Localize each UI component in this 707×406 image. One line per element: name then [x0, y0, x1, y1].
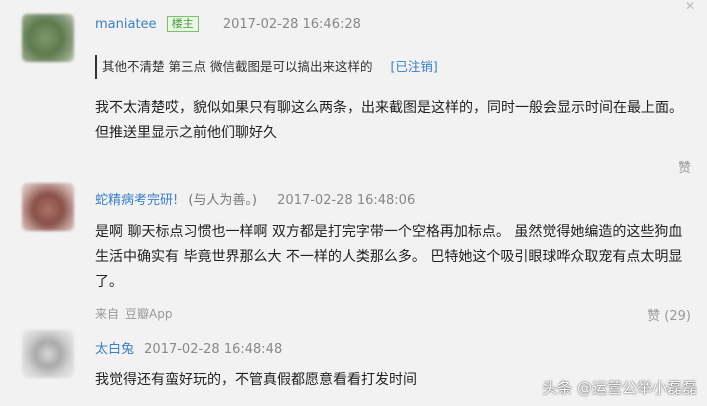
comment-source: 来自 豆瓣App: [95, 305, 172, 322]
comment-meta: maniatee 楼主 2017-02-28 16:46:28: [95, 16, 361, 32]
quoted-reply: 其他不清楚 第三点 微信截图是可以搞出来这样的 [已注销]: [95, 55, 438, 79]
quote-text: 其他不清楚 第三点 微信截图是可以搞出来这样的: [102, 59, 373, 74]
username-link[interactable]: maniatee: [95, 17, 157, 32]
username-link[interactable]: 太白兔: [95, 342, 134, 357]
op-badge: 楼主: [166, 16, 199, 32]
username-signature: (与人为善。): [188, 193, 258, 208]
avatar[interactable]: [22, 183, 74, 231]
timestamp: 2017-02-28 16:48:48: [144, 342, 283, 357]
watermark: 头条 @运营公举小磊磊: [542, 379, 697, 397]
comment-meta: 太白兔 2017-02-28 16:48:48: [95, 338, 282, 357]
comment-meta: 蛇精病考完研! (与人为善。) 2017-02-28 16:48:06: [95, 189, 415, 208]
like-button[interactable]: 赞: [678, 157, 691, 176]
timestamp: 2017-02-28 16:48:06: [277, 193, 416, 208]
source-prefix: 来自: [95, 307, 120, 321]
source-app-link[interactable]: 豆瓣App: [125, 307, 172, 321]
comment-item: maniatee 楼主 2017-02-28 16:46:28 ✕ 其他不清楚 …: [0, 0, 707, 178]
comment-body: 是啊 聊天标点习惯也一样啊 双方都是打完字带一个空格再加标点。 虽然觉得她编造的…: [95, 224, 683, 290]
comment-body: 我不太清楚哎，貌似如果只有聊这么两条，出来截图是这样的，同时一般会显示时间在最上…: [95, 100, 683, 141]
like-button[interactable]: 赞 (29): [647, 305, 691, 324]
close-icon[interactable]: ✕: [685, 0, 695, 12]
avatar[interactable]: [22, 330, 74, 378]
quoted-user-link[interactable]: [已注销]: [390, 59, 437, 74]
comment-item: 蛇精病考完研! (与人为善。) 2017-02-28 16:48:06 是啊 聊…: [0, 178, 707, 328]
avatar[interactable]: [22, 14, 74, 62]
username-link[interactable]: 蛇精病考完研!: [95, 193, 178, 208]
timestamp: 2017-02-28 16:46:28: [222, 17, 361, 32]
